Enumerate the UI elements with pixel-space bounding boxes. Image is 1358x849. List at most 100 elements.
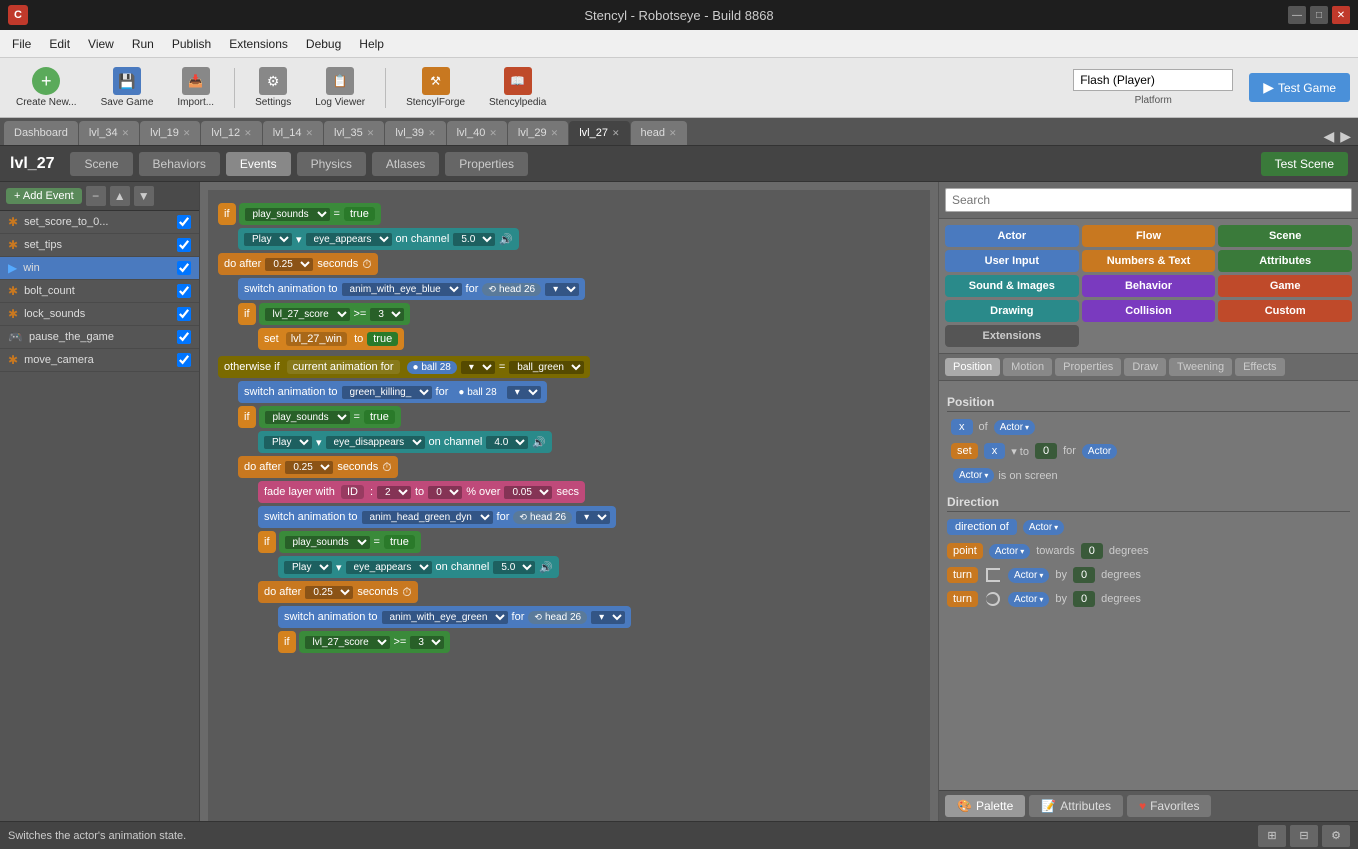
score-val-select-2[interactable]: 3 (410, 636, 444, 649)
tab-close-lvl40[interactable]: ✕ (489, 128, 497, 139)
head26-select-3[interactable]: ▾ (591, 611, 625, 624)
menu-help[interactable]: Help (351, 35, 392, 53)
tab-lvl_12[interactable]: lvl_12 ✕ (201, 121, 261, 145)
switch-head-green-block[interactable]: switch animation to anim_head_green_dyn … (258, 506, 616, 528)
bottom-tab-favorites[interactable]: ♥ Favorites (1127, 795, 1211, 817)
cat-numbers-text[interactable]: Numbers & Text (1082, 250, 1216, 272)
tab-head[interactable]: head ✕ (631, 121, 687, 145)
event-check-set-tips[interactable] (177, 238, 191, 252)
event-item-camera[interactable]: ✱ move_camera (0, 349, 199, 372)
play-eye-3-block[interactable]: Play ▾ eye_appears on channel 5.0 🔊 (278, 556, 559, 578)
cat-extensions[interactable]: Extensions (945, 325, 1079, 347)
switch-anim-blue-block[interactable]: switch animation to anim_with_eye_blue f… (238, 278, 585, 300)
head26-select-2[interactable]: ▾ (576, 511, 610, 524)
event-item-bolt-count[interactable]: ✱ bolt_count (0, 280, 199, 303)
minimize-button[interactable]: — (1288, 6, 1306, 24)
play-sounds-select-2[interactable]: play_sounds (265, 411, 350, 424)
canvas-scroll[interactable]: 🗑 if play_sounds = true (200, 182, 938, 821)
anim-green-select[interactable]: green_killing_ (342, 386, 432, 399)
channel-select[interactable]: 5.0 (453, 233, 495, 246)
menu-extensions[interactable]: Extensions (221, 35, 296, 53)
play-select-2[interactable]: Play (264, 436, 312, 449)
cat-flow[interactable]: Flow (1082, 225, 1216, 247)
cat-collision[interactable]: Collision (1082, 300, 1216, 322)
ball-green-select[interactable]: ball_green (509, 361, 584, 374)
head26-select-1[interactable]: ▾ (545, 283, 579, 296)
bottom-tab-palette[interactable]: 🎨 Palette (945, 795, 1025, 817)
panel-up-button[interactable]: ▲ (110, 186, 130, 206)
fade-id-select[interactable]: 2 (377, 486, 411, 499)
event-check-bolt[interactable] (177, 284, 191, 298)
otherwise-if-block[interactable]: otherwise if current animation for ● bal… (218, 356, 590, 378)
cat-drawing[interactable]: Drawing (945, 300, 1079, 322)
tab-lvl_35[interactable]: lvl_35 ✕ (324, 121, 384, 145)
close-button[interactable]: ✕ (1332, 6, 1350, 24)
tab-close-head[interactable]: ✕ (669, 128, 677, 139)
menu-debug[interactable]: Debug (298, 35, 349, 53)
cat-behavior[interactable]: Behavior (1082, 275, 1216, 297)
bottom-tab-attributes[interactable]: 📝 Attributes (1029, 795, 1123, 817)
do-after-3-block[interactable]: do after 0.25 seconds ⏱ (258, 581, 418, 603)
cat-user-input[interactable]: User Input (945, 250, 1079, 272)
statusbar-btn-3[interactable]: ⚙ (1322, 825, 1350, 847)
turn-cw-entry[interactable]: turn Actor by 0 degrees (947, 564, 1350, 586)
do-after-3-select[interactable]: 0.25 (305, 586, 353, 599)
anim-blue-select[interactable]: anim_with_eye_blue (342, 283, 462, 296)
panel-down-button[interactable]: ▼ (134, 186, 154, 206)
cat-scene[interactable]: Scene (1218, 225, 1352, 247)
point-towards-entry[interactable]: point Actor towards 0 degrees (947, 540, 1350, 562)
test-game-button[interactable]: ▶ Test Game (1249, 73, 1350, 102)
sub-tab-properties[interactable]: Properties (1055, 358, 1121, 376)
tab-lvl_19[interactable]: lvl_19 ✕ (140, 121, 200, 145)
menu-run[interactable]: Run (124, 35, 162, 53)
score-var-select-2[interactable]: lvl_27_score (305, 636, 390, 649)
event-item-set-score[interactable]: ✱ set_score_to_0... (0, 211, 199, 234)
statusbar-btn-1[interactable]: ⊞ (1258, 825, 1286, 847)
tab-physics[interactable]: Physics (297, 152, 366, 176)
event-item-lock-sounds[interactable]: ✱ lock_sounds (0, 303, 199, 326)
turn-ccw-entry[interactable]: turn Actor by 0 degrees (947, 588, 1350, 610)
save-game-button[interactable]: 💾 Save Game (93, 63, 162, 112)
tab-close-lvl34[interactable]: ✕ (122, 128, 130, 139)
panel-minus-button[interactable]: − (86, 186, 106, 206)
menu-file[interactable]: File (4, 35, 39, 53)
tab-close-lvl39[interactable]: ✕ (428, 128, 436, 139)
do-after-block[interactable]: do after 0.25 seconds ⏱ (218, 253, 378, 275)
tab-lvl_29[interactable]: lvl_29 ✕ (508, 121, 568, 145)
switch-anim-green-block[interactable]: switch animation to green_killing_ for ●… (238, 381, 547, 403)
tab-close-lvl29[interactable]: ✕ (551, 128, 559, 139)
play-block[interactable]: Play ▾ eye_appears on channel 5.0 🔊 (238, 228, 519, 250)
score-val-select-1[interactable]: 3 (370, 308, 404, 321)
score-var-select-1[interactable]: lvl_27_score (265, 308, 350, 321)
x-of-actor-entry[interactable]: x of Actor (947, 416, 1350, 438)
tab-behaviors[interactable]: Behaviors (139, 152, 220, 176)
tab-nav-right[interactable]: ▶ (1337, 128, 1354, 145)
sub-tab-effects[interactable]: Effects (1235, 358, 1284, 376)
test-scene-button[interactable]: Test Scene (1261, 152, 1348, 176)
fade-to-select[interactable]: 0 (428, 486, 462, 499)
score-condition-1[interactable]: lvl_27_score >= 3 (259, 303, 411, 325)
cat-sound-images[interactable]: Sound & Images (945, 275, 1079, 297)
tab-nav-left[interactable]: ◀ (1320, 128, 1337, 145)
cat-game[interactable]: Game (1218, 275, 1352, 297)
event-item-set-tips[interactable]: ✱ set_tips (0, 234, 199, 257)
score-condition-2[interactable]: lvl_27_score >= 3 (299, 631, 451, 653)
search-input[interactable] (945, 188, 1352, 212)
cat-actor[interactable]: Actor (945, 225, 1079, 247)
sub-tab-draw[interactable]: Draw (1124, 358, 1166, 376)
anim-head-green-select[interactable]: anim_head_green_dyn (362, 511, 493, 524)
play-sounds-2[interactable]: play_sounds = true (259, 406, 401, 428)
channel-select-3[interactable]: 5.0 (493, 561, 535, 574)
log-viewer-button[interactable]: 📋 Log Viewer (307, 63, 373, 112)
tab-close-lvl14[interactable]: ✕ (305, 128, 313, 139)
do-after-2-select[interactable]: 0.25 (285, 461, 333, 474)
menu-edit[interactable]: Edit (41, 35, 78, 53)
sound-select-3[interactable]: eye_appears (346, 561, 432, 574)
fade-layer-block[interactable]: fade layer with ID : 2 to 0 % over 0.05 … (258, 481, 585, 503)
statusbar-btn-2[interactable]: ⊟ (1290, 825, 1318, 847)
play-sounds-select-3[interactable]: play_sounds (285, 536, 370, 549)
event-check-lock[interactable] (177, 307, 191, 321)
event-check-set-score[interactable] (177, 215, 191, 229)
event-check-pause[interactable] (177, 330, 191, 344)
channel-select-2[interactable]: 4.0 (486, 436, 528, 449)
